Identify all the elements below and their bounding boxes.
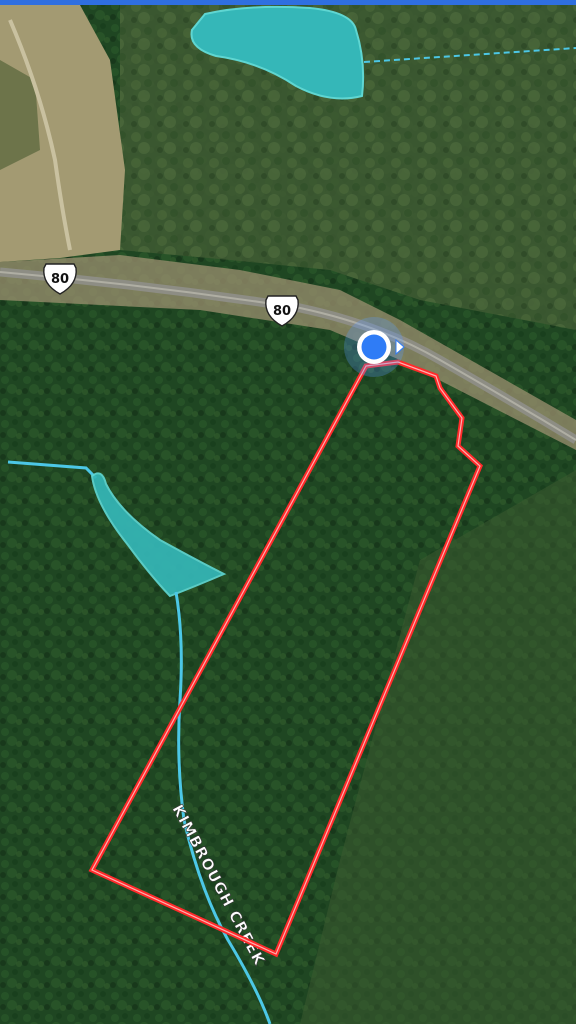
current-location-icon (361, 334, 387, 360)
top-accent-bar (0, 0, 576, 5)
current-location-marker[interactable] (344, 317, 405, 377)
map-view[interactable]: KIMBROUGH CREEK 80 80 (0, 0, 576, 1024)
satellite-map[interactable]: KIMBROUGH CREEK 80 80 (0, 0, 576, 1024)
highway-shield-label: 80 (51, 272, 69, 287)
highway-shield-label: 80 (273, 304, 291, 319)
